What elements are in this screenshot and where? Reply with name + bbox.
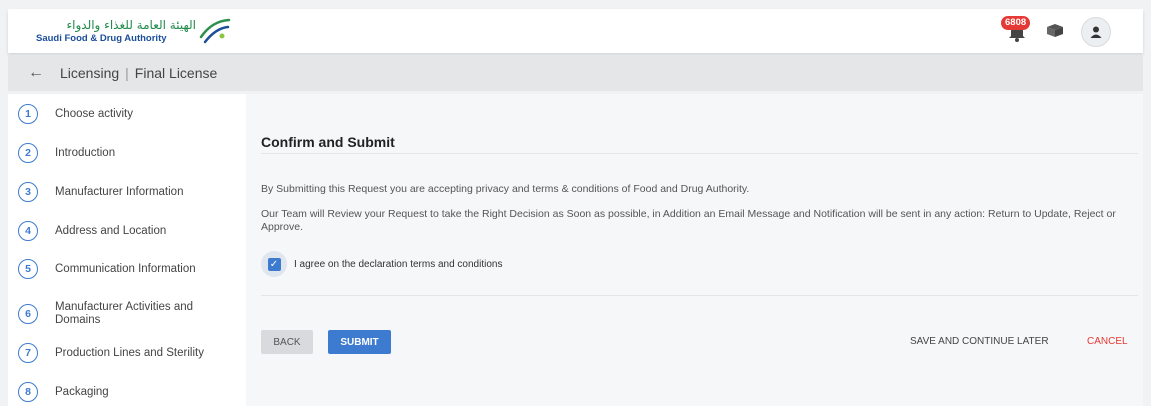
save-and-continue-later-button[interactable]: SAVE AND CONTINUE LATER bbox=[910, 336, 1049, 347]
step-number: 1 bbox=[18, 104, 38, 124]
step-item[interactable]: 8 Packaging bbox=[18, 382, 215, 402]
user-avatar[interactable] bbox=[1081, 17, 1111, 47]
logo-arabic-text: الهيئة العامة للغذاء والدواء bbox=[66, 18, 197, 32]
step-number: 7 bbox=[18, 343, 38, 363]
agree-checkbox[interactable]: ✓ bbox=[261, 251, 287, 277]
steps-sidebar: 1 Choose activity 2 Introduction 3 Manuf… bbox=[8, 94, 246, 406]
step-item[interactable]: 6 Manufacturer Activities and Domains bbox=[18, 301, 215, 327]
step-number: 6 bbox=[18, 304, 38, 324]
step-item[interactable]: 3 Manufacturer Information bbox=[18, 182, 215, 202]
terms-notice-text: By Submitting this Request you are accep… bbox=[261, 183, 750, 195]
step-label: Production Lines and Sterility bbox=[55, 346, 204, 359]
main-content: Confirm and Submit By Submitting this Re… bbox=[246, 94, 1143, 406]
step-number: 2 bbox=[18, 143, 38, 163]
cancel-button[interactable]: CANCEL bbox=[1087, 336, 1128, 347]
agree-label[interactable]: I agree on the declaration terms and con… bbox=[294, 259, 502, 270]
back-button[interactable]: BACK bbox=[261, 330, 313, 354]
step-number: 5 bbox=[18, 259, 38, 279]
user-icon bbox=[1090, 26, 1102, 38]
step-label: Communication Information bbox=[55, 262, 196, 275]
step-item[interactable]: 5 Communication Information bbox=[18, 259, 215, 279]
back-arrow-icon[interactable]: ← bbox=[28, 64, 46, 82]
step-label: Introduction bbox=[55, 146, 116, 159]
step-item[interactable]: 4 Address and Location bbox=[18, 221, 215, 241]
sfda-logo[interactable]: الهيئة العامة للغذاء والدواء Saudi Food … bbox=[36, 17, 232, 47]
step-number: 8 bbox=[18, 382, 38, 402]
step-label: Address and Location bbox=[55, 224, 167, 237]
review-notice-text: Our Team will Review your Request to tak… bbox=[261, 208, 1116, 233]
step-item[interactable]: 2 Introduction bbox=[18, 143, 215, 163]
step-number: 4 bbox=[18, 221, 38, 241]
step-item[interactable]: 7 Production Lines and Sterility bbox=[18, 343, 215, 363]
step-label: Manufacturer Activities and Domains bbox=[55, 301, 194, 326]
box-icon[interactable] bbox=[1045, 22, 1065, 38]
breadcrumb-section[interactable]: Licensing bbox=[60, 65, 119, 81]
breadcrumb: ← Licensing | Final License bbox=[8, 55, 1143, 91]
step-label: Choose activity bbox=[55, 107, 133, 120]
checkmark-icon: ✓ bbox=[267, 257, 281, 271]
divider bbox=[261, 153, 1138, 154]
step-item[interactable]: 1 Choose activity bbox=[18, 104, 215, 124]
logo-mark-icon bbox=[199, 18, 231, 44]
top-header: الهيئة العامة للغذاء والدواء Saudi Food … bbox=[8, 9, 1143, 53]
step-label: Packaging bbox=[55, 385, 109, 398]
logo-english-text: Saudi Food & Drug Authority bbox=[36, 33, 167, 44]
notification-count-badge: 6808 bbox=[1001, 16, 1031, 30]
breadcrumb-page: Final License bbox=[134, 65, 218, 81]
breadcrumb-separator: | bbox=[125, 65, 129, 81]
divider bbox=[261, 295, 1138, 296]
step-label: Manufacturer Information bbox=[55, 185, 184, 198]
agree-checkbox-row[interactable]: ✓ I agree on the declaration terms and c… bbox=[261, 251, 502, 277]
submit-button[interactable]: SUBMIT bbox=[328, 330, 391, 354]
page-title: Confirm and Submit bbox=[261, 134, 395, 150]
step-number: 3 bbox=[18, 182, 38, 202]
